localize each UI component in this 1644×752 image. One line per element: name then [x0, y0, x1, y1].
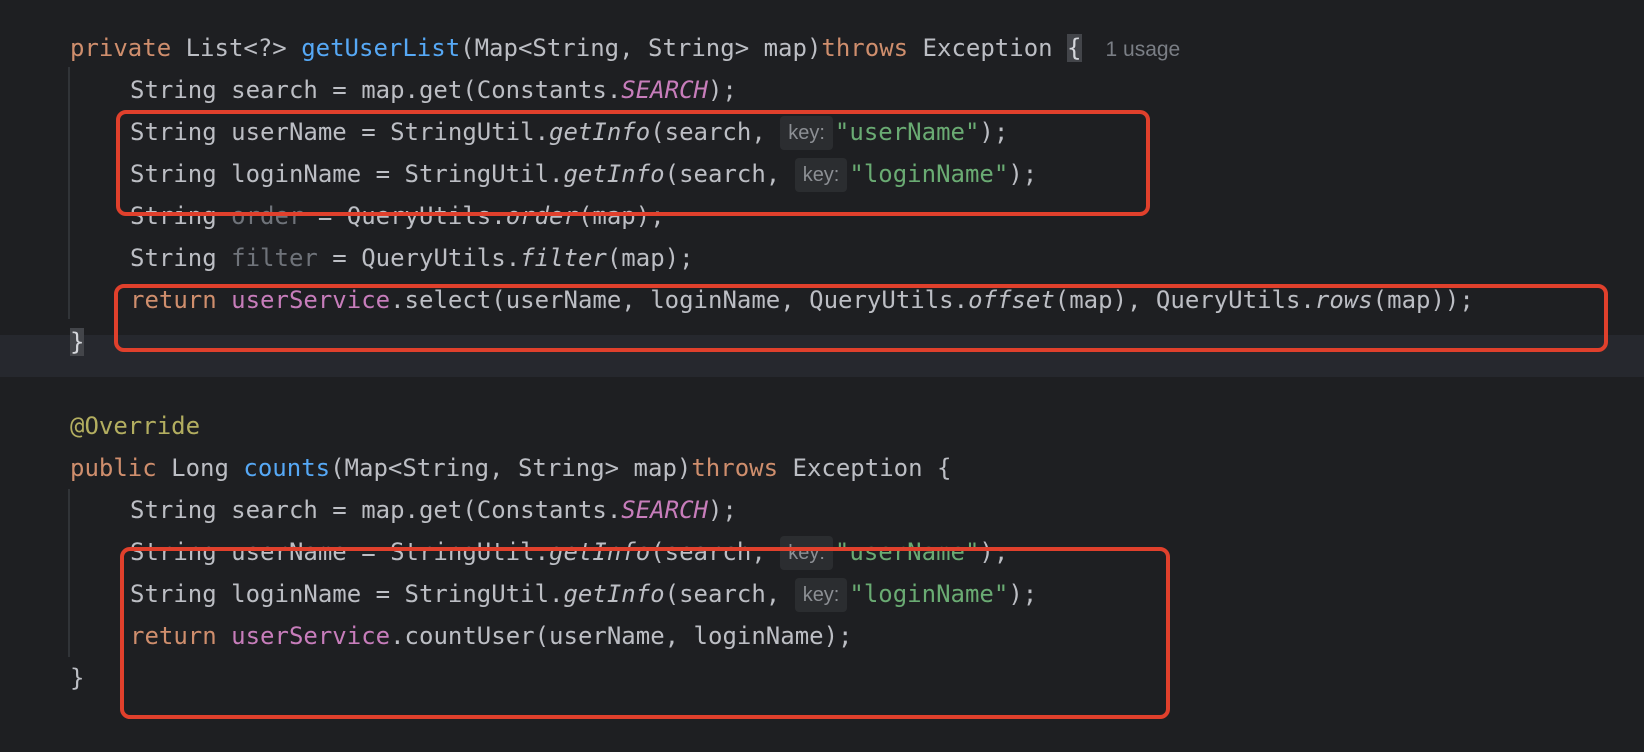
code-text: (map); [606, 244, 694, 272]
exception-type: Exception [908, 34, 1068, 62]
code-editor[interactable]: private List<?> getUserList(Map<String, … [0, 0, 1644, 752]
code-text: = QueryUtils. [317, 244, 521, 272]
keyword-private: private [70, 34, 172, 62]
method-params: (Map<String, String> map) [460, 34, 822, 62]
highlight-box-counts-body [120, 547, 1170, 719]
indent-guide [68, 67, 70, 319]
code-text: ); [707, 496, 737, 524]
code-text: String search = map.get(Constants. [130, 496, 622, 524]
indent-guide [68, 489, 70, 657]
code-line-6[interactable]: String filter = QueryUtils.filter(map); [130, 236, 694, 280]
code-line-11[interactable]: String search = map.get(Constants.SEARCH… [130, 488, 737, 532]
unused-variable-filter: filter [231, 244, 318, 272]
open-brace-matched: { [1067, 34, 1082, 62]
close-brace: } [70, 664, 85, 692]
code-text: ); [707, 76, 737, 104]
annotation-override: @Override [70, 412, 201, 440]
highlight-box-getinfo-list [116, 110, 1150, 216]
method-params: (Map<String, String> map) [330, 454, 692, 482]
exception-type: Exception { [778, 454, 952, 482]
keyword-public: public [70, 454, 157, 482]
code-line-8[interactable]: } [70, 320, 85, 364]
method-name-counts[interactable]: counts [243, 454, 330, 482]
code-line-15[interactable]: } [70, 656, 84, 700]
code-line-9[interactable]: @Override [70, 404, 200, 448]
usage-count-hint[interactable]: 1 usage [1106, 38, 1181, 61]
keyword-throws: throws [821, 34, 909, 62]
keyword-throws: throws [691, 454, 779, 482]
code-line-1[interactable]: private List<?> getUserList(Map<String, … [70, 26, 1180, 70]
method-name-getUserList[interactable]: getUserList [301, 34, 460, 62]
constant-search: SEARCH [621, 496, 708, 524]
return-type: Long [156, 454, 244, 482]
code-text: String search = map.get(Constants. [130, 76, 622, 104]
code-text: String [130, 244, 232, 272]
highlight-box-select-return [114, 284, 1608, 352]
constant-search: SEARCH [621, 76, 708, 104]
code-line-10[interactable]: public Long counts(Map<String, String> m… [70, 446, 951, 490]
close-brace-matched: } [70, 328, 85, 356]
return-type: List<?> [171, 34, 302, 62]
code-line-2[interactable]: String search = map.get(Constants.SEARCH… [130, 68, 737, 112]
static-method-filter: filter [520, 244, 607, 272]
